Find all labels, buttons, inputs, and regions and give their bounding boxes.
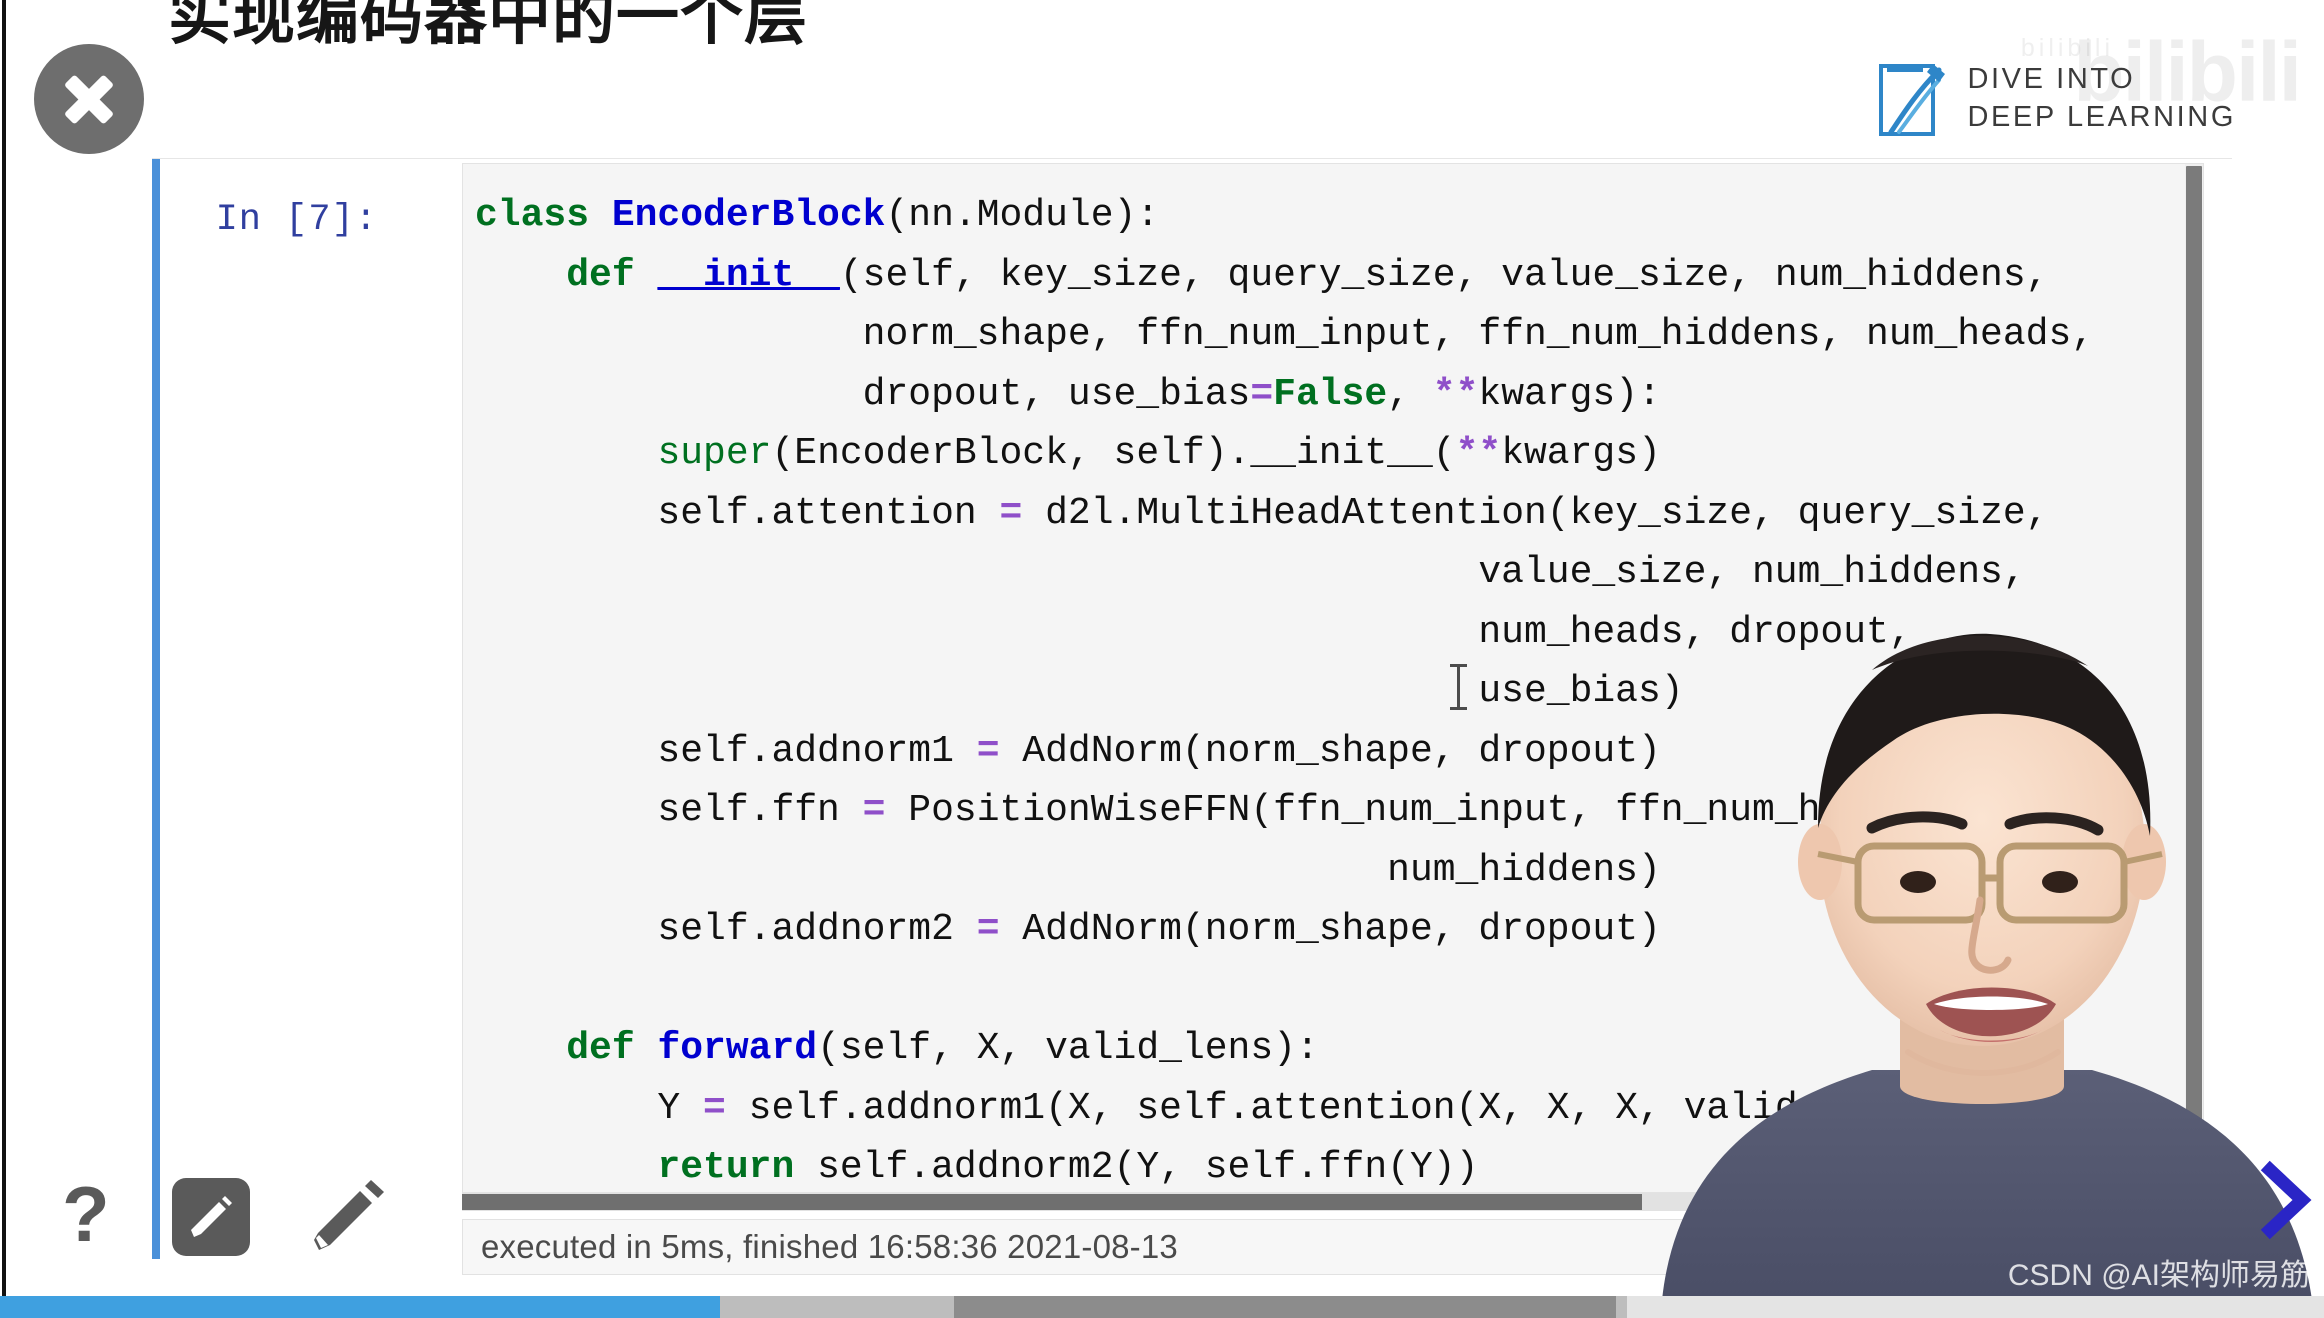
code-token: kwargs): xyxy=(1478,372,1661,416)
brand-line-2: DEEP LEARNING xyxy=(1967,101,2236,133)
code-token: norm_shape, ffn_num_input, ffn_num_hidde… xyxy=(475,313,2095,356)
code-token: AddNorm(norm_shape, dropout) xyxy=(999,908,1661,951)
code-token: num_heads, dropout, xyxy=(475,610,1912,654)
code-token: class xyxy=(475,194,612,237)
code-token: self.addnorm1 xyxy=(475,729,977,773)
brand-logo: DIVE INTO DEEP LEARNING xyxy=(1877,58,2236,138)
text-cursor-icon xyxy=(1450,664,1467,710)
code-token: PositionWiseFFN(ffn_num_input, ffn_num_h… xyxy=(885,789,1981,832)
code-token: = xyxy=(999,491,1023,535)
code-token: (nn.Module): xyxy=(885,194,1160,237)
code-horizontal-scrollbar-thumb[interactable] xyxy=(462,1194,1642,1210)
code-token: self.addnorm2 xyxy=(475,908,977,951)
code-line: norm_shape, ffn_num_input, ffn_num_hidde… xyxy=(475,313,2094,356)
video-progress-played xyxy=(0,1296,721,1318)
code-line: num_heads, dropout, xyxy=(475,610,1912,654)
code-token: AddNorm(norm_shape, dropout) xyxy=(999,729,1661,773)
code-token: , xyxy=(1387,372,1433,416)
code-line: return self.addnorm2(Y, self.ffn(Y)) xyxy=(475,1146,1478,1189)
execution-status-bar: executed in 5ms, finished 16:58:36 2021-… xyxy=(462,1219,2204,1275)
code-line: self.ffn = PositionWiseFFN(ffn_num_input… xyxy=(475,789,1980,832)
code-token: self.addnorm1(X, self.attention(X, X, X,… xyxy=(725,1086,1958,1130)
code-token: num_hiddens) xyxy=(475,848,1661,892)
code-token: = xyxy=(862,789,886,832)
code-token: (self, key_size, query_size, value_size,… xyxy=(839,253,2049,297)
cell-prompt-label: In [7]: xyxy=(215,199,378,241)
video-progress-bar[interactable] xyxy=(0,1296,2324,1318)
code-token: (EncoderBlock, self).__init__( xyxy=(771,432,1456,475)
code-token: kwargs) xyxy=(1501,432,1661,475)
code-line: def __init__(self, key_size, query_size,… xyxy=(475,254,2048,297)
code-token: (self, X, valid_lens): xyxy=(817,1027,1319,1070)
code-token: self.attention xyxy=(475,491,1000,535)
code-line: value_size, num_hiddens, xyxy=(475,551,2026,594)
close-circle-icon[interactable] xyxy=(34,44,144,154)
code-line: class EncoderBlock(nn.Module): xyxy=(475,194,1159,237)
question-mark-icon[interactable]: ? xyxy=(62,1175,110,1253)
code-token: def xyxy=(475,1027,658,1070)
page-title: 实现编码器中的一个层 xyxy=(168,0,808,52)
notebook-code-cell[interactable]: In [7]: class EncoderBlock(nn.Module): d… xyxy=(152,158,2232,1275)
code-token: def xyxy=(475,253,658,297)
code-token: = xyxy=(976,908,1000,951)
code-line: use_bias) xyxy=(475,670,1684,713)
code-token: __init__ xyxy=(657,253,840,297)
code-token: self.ffn xyxy=(475,789,863,832)
code-token: dropout, use_bias xyxy=(475,372,1251,416)
code-token: = xyxy=(976,729,1000,773)
code-text: class EncoderBlock(nn.Module): def __ini… xyxy=(463,164,2094,1192)
execution-status-text: executed in 5ms, finished 16:58:36 2021-… xyxy=(481,1228,1178,1265)
brand-text: DIVE INTO DEEP LEARNING xyxy=(1967,60,2236,137)
code-line: self.addnorm2 = AddNorm(norm_shape, drop… xyxy=(475,908,1661,951)
pencil-icon-button[interactable] xyxy=(172,1178,250,1256)
frame-left-rule xyxy=(2,0,6,1296)
code-token: ** xyxy=(1455,432,1502,475)
code-token: value_size, num_hiddens, xyxy=(475,551,2026,594)
code-token: False xyxy=(1273,372,1388,416)
code-token: ** xyxy=(1432,372,1479,416)
code-token: super xyxy=(657,432,772,475)
cell-selected-marker xyxy=(152,159,160,1259)
code-token: Y xyxy=(475,1086,704,1130)
pencil-icon xyxy=(191,1196,232,1237)
code-token: = xyxy=(703,1086,726,1130)
code-token: return xyxy=(657,1146,795,1189)
code-line: num_hiddens) xyxy=(475,849,1661,892)
code-token: d2l.MultiHeadAttention(key_size, query_s… xyxy=(1022,491,2049,535)
code-line: super(EncoderBlock, self).__init__(**kwa… xyxy=(475,432,1661,475)
code-token: use_bias) xyxy=(475,670,1684,713)
code-vertical-scrollbar[interactable] xyxy=(2185,164,2203,1192)
book-pen-logo-icon xyxy=(1879,64,1946,136)
code-horizontal-scrollbar[interactable] xyxy=(462,1193,2204,1211)
code-line: def forward(self, X, valid_lens): xyxy=(475,1027,1319,1070)
code-token: = xyxy=(1250,372,1274,416)
code-token: EncoderBlock xyxy=(611,194,886,237)
code-line: Y = self.addnorm1(X, self.attention(X, X… xyxy=(475,1087,1957,1130)
video-slide-frame: 实现编码器中的一个层 bilibili bilibili DIVE INTO D… xyxy=(0,0,2324,1318)
code-line: self.attention = d2l.MultiHeadAttention(… xyxy=(475,492,2048,535)
video-progress-buffered-dark xyxy=(954,1296,1616,1318)
code-line: dropout, use_bias=False, **kwargs): xyxy=(475,373,1661,416)
csdn-watermark: CSDN @AI架构师易筋 xyxy=(2007,1259,2310,1292)
pencil-icon-secondary[interactable] xyxy=(308,1176,390,1258)
code-editor[interactable]: class EncoderBlock(nn.Module): def __ini… xyxy=(462,163,2204,1193)
code-token: self.addnorm2(Y, self.ffn(Y)) xyxy=(794,1146,1479,1189)
code-vertical-scrollbar-thumb[interactable] xyxy=(2186,166,2202,1186)
code-token: forward xyxy=(657,1027,818,1070)
brand-line-1: DIVE INTO xyxy=(1967,62,2136,95)
code-line: self.addnorm1 = AddNorm(norm_shape, drop… xyxy=(475,729,1661,773)
chevron-right-icon[interactable] xyxy=(2256,1160,2316,1240)
